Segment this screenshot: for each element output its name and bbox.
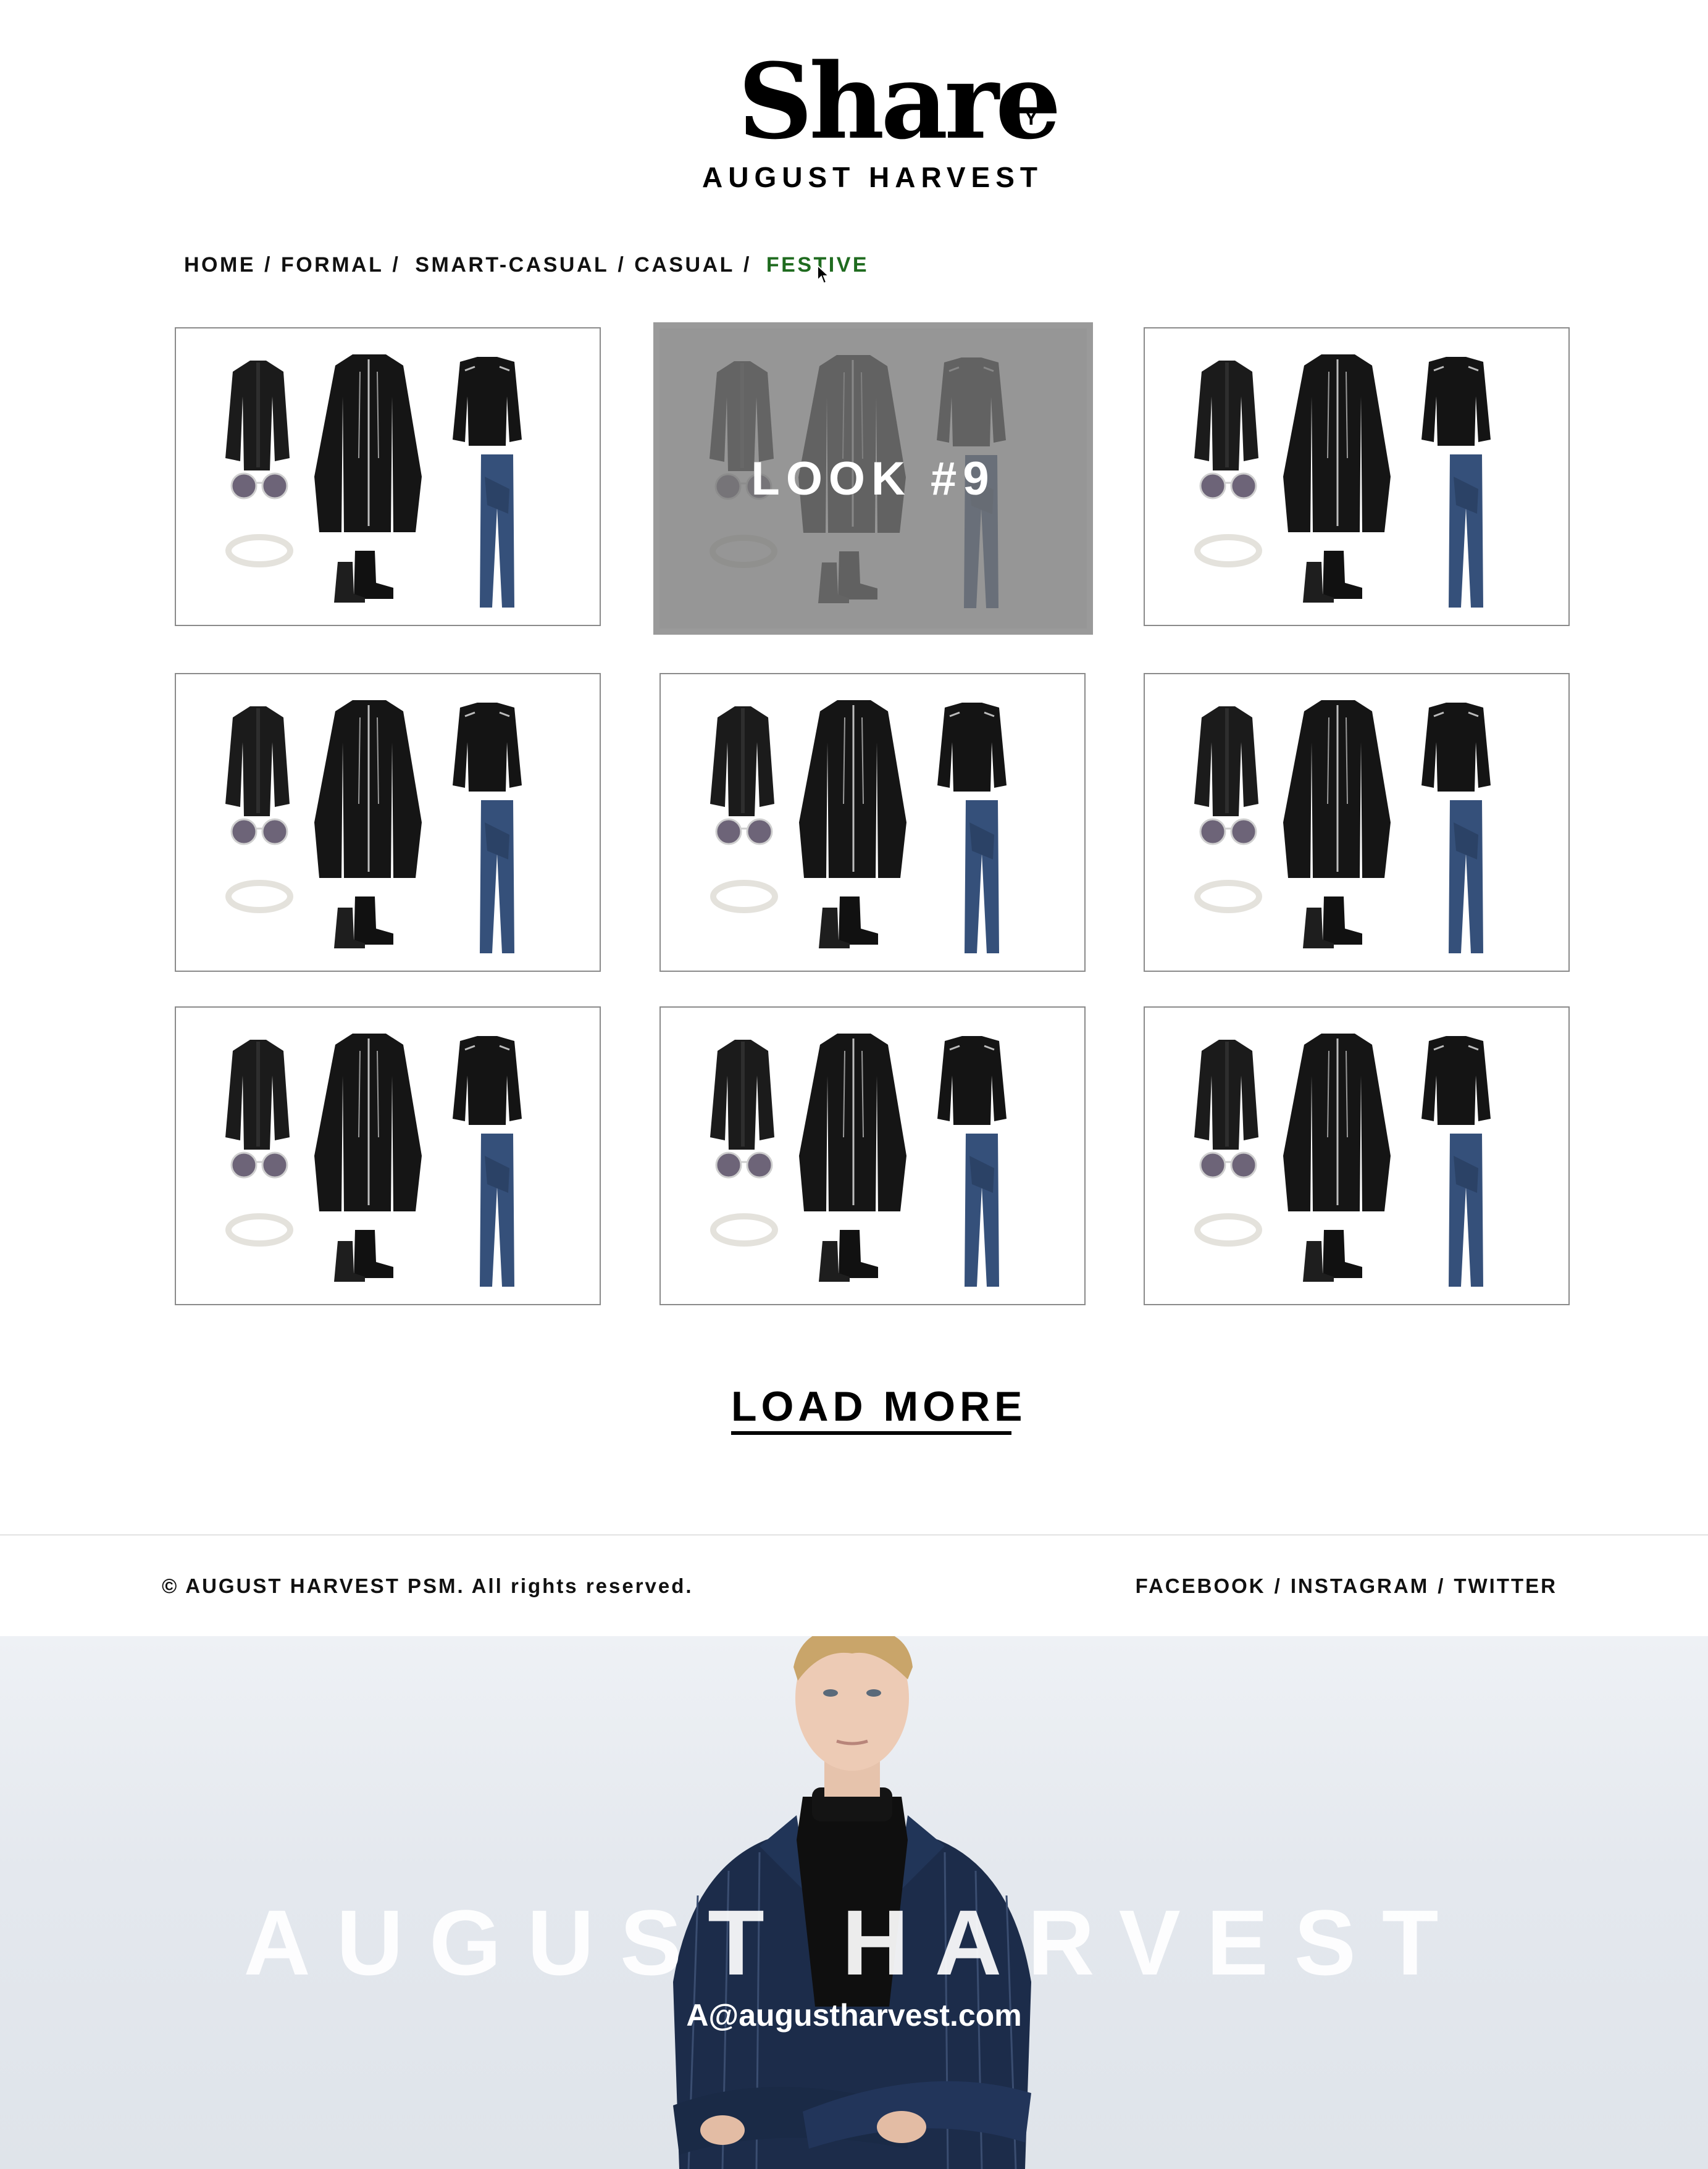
look-card[interactable] [1144, 1006, 1570, 1305]
look-hover-overlay: LOOK #9 [659, 328, 1087, 629]
look-card[interactable]: LOOK #9 [653, 322, 1093, 635]
outfit-collage-icon [661, 674, 1086, 972]
outfit-collage-icon [1145, 328, 1570, 626]
look-card[interactable] [659, 673, 1086, 972]
instagram-link[interactable]: INSTAGRAM [1291, 1574, 1429, 1598]
outfit-collage-icon [1145, 1008, 1570, 1305]
facebook-link[interactable]: FACEBOOK [1136, 1574, 1266, 1598]
look-card[interactable] [175, 327, 601, 626]
look-label: LOOK #9 [751, 452, 995, 505]
load-more-button[interactable]: LOAD MORE [731, 1383, 1023, 1435]
look-card[interactable] [659, 1006, 1086, 1305]
hero-banner: AUGUST HARVEST A@augustharvest.com [0, 1636, 1708, 2169]
social-links: FACEBOOK / INSTAGRAM / TWITTER [1136, 1574, 1557, 1598]
outfit-collage-icon [661, 1008, 1086, 1305]
look-card[interactable] [175, 1006, 601, 1305]
look-card[interactable] [175, 673, 601, 972]
copyright-text: © AUGUST HARVEST PSM. All rights reserve… [162, 1574, 693, 1597]
look-card[interactable] [1144, 673, 1570, 972]
social-separator: / [1274, 1574, 1282, 1597]
social-separator: / [1438, 1574, 1446, 1597]
outfit-collage-icon [1145, 674, 1570, 972]
outfit-collage-icon [176, 674, 601, 972]
outfit-collage-icon [176, 328, 601, 626]
twitter-link[interactable]: TWITTER [1454, 1574, 1557, 1598]
looks-grid: LOOK #9 [0, 0, 1708, 1358]
look-card[interactable] [1144, 327, 1570, 626]
footer-divider [0, 1534, 1708, 1536]
hero-title: AUGUST HARVEST [243, 1891, 1465, 1994]
outfit-collage-icon [176, 1008, 601, 1305]
contact-email-link[interactable]: A@augustharvest.com [0, 1997, 1708, 2033]
